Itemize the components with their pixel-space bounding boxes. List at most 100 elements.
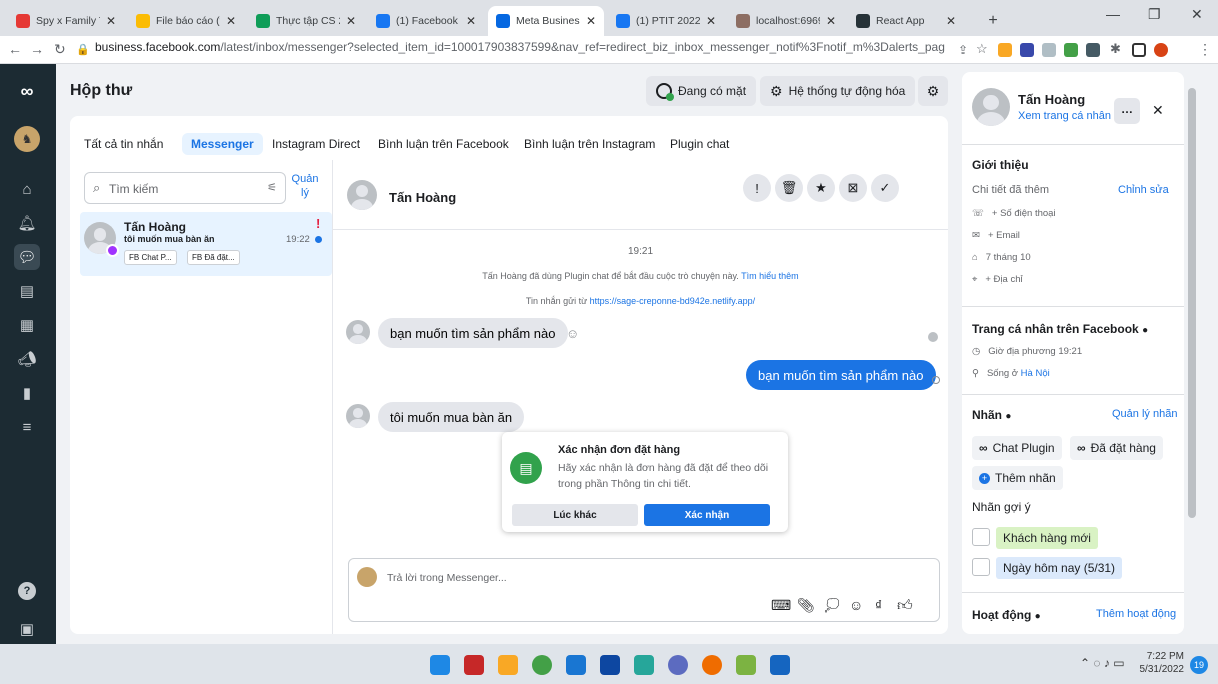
inbox-tab[interactable]: Messenger bbox=[182, 133, 263, 155]
filter-icon[interactable]: ⚟ bbox=[267, 181, 277, 194]
close-tab-icon[interactable]: ✕ bbox=[466, 14, 476, 28]
manage-labels-link[interactable]: Quản lý nhãn bbox=[1112, 408, 1177, 420]
confirm-order-button[interactable]: Xác nhận bbox=[644, 504, 770, 526]
close-tab-icon[interactable]: ✕ bbox=[586, 14, 596, 28]
inbox-tab[interactable]: Plugin chat bbox=[664, 133, 735, 155]
vscode-icon[interactable] bbox=[566, 655, 586, 675]
reply-composer[interactable]: Trả lời trong Messenger... ⌨ 📎︎ 💭︎ ☺ ₫ 👍… bbox=[348, 558, 940, 622]
browser-menu-icon[interactable]: ⋮ bbox=[1198, 41, 1212, 58]
close-tab-icon[interactable]: ✕ bbox=[946, 14, 956, 28]
learn-more-link[interactable]: Tìm hiểu thêm bbox=[741, 271, 799, 281]
panel-scrollbar[interactable] bbox=[1186, 72, 1198, 634]
extension-icon[interactable] bbox=[1064, 43, 1078, 57]
browser-tab[interactable]: Spy x Family Tập✕ bbox=[8, 6, 124, 36]
app-icon[interactable] bbox=[736, 655, 756, 675]
close-tab-icon[interactable]: ✕ bbox=[706, 14, 716, 28]
manage-link[interactable]: Quản lý bbox=[290, 172, 320, 200]
file-explorer-icon[interactable] bbox=[498, 655, 518, 675]
inbox-tab[interactable]: Tất cả tin nhắn bbox=[78, 133, 169, 155]
extensions-puzzle-icon[interactable]: ✱ bbox=[1110, 41, 1121, 57]
saved-reply-icon[interactable]: ⌨ bbox=[771, 597, 791, 614]
browser-tab[interactable]: (1) PTIT 2022 Thư✕ bbox=[608, 6, 724, 36]
new-tab-button[interactable]: + bbox=[982, 6, 1004, 36]
chat-contact-name[interactable]: Tấn Hoàng bbox=[389, 190, 456, 205]
bookmark-star-icon[interactable]: ☆ bbox=[976, 41, 988, 57]
inbox-tab[interactable]: Instagram Direct bbox=[266, 133, 366, 155]
inbox-tab[interactable]: Bình luận trên Facebook bbox=[372, 133, 515, 155]
postman-icon[interactable] bbox=[702, 655, 722, 675]
conversation-list-item[interactable]: Tấn Hoàng tôi muốn mua bàn ăn ! 19:22 FB… bbox=[80, 212, 332, 276]
tray-icons[interactable]: ⌃ ◌ ♪ ▭ bbox=[1080, 656, 1125, 670]
close-window-icon[interactable]: ✕ bbox=[1191, 6, 1203, 23]
view-profile-link[interactable]: Xem trang cá nhân bbox=[1018, 110, 1111, 122]
share-icon[interactable]: ⇪ bbox=[958, 43, 968, 57]
browser-tab[interactable]: Meta Business Su✕ bbox=[488, 6, 604, 36]
back-icon[interactable]: ← bbox=[8, 41, 22, 57]
sent-url-link[interactable]: https://sage-creponne-bd942e.netlify.app… bbox=[590, 296, 755, 306]
all-tools-menu-icon[interactable]: ≡ bbox=[14, 414, 40, 440]
more-options-icon[interactable]: … bbox=[1114, 98, 1140, 124]
posts-icon[interactable]: ▤ bbox=[14, 278, 40, 304]
status-button[interactable]: Đang có mặt bbox=[646, 76, 757, 106]
browser-tab[interactable]: localhost:6969/e✕ bbox=[728, 6, 844, 36]
star-icon[interactable]: ★ bbox=[807, 174, 835, 202]
settings-gear-icon[interactable]: ⚙ bbox=[918, 76, 948, 106]
extension-icon[interactable] bbox=[1042, 43, 1056, 57]
inbox-tab[interactable]: Bình luận trên Instagram bbox=[518, 133, 661, 155]
notification-badge[interactable]: 19 bbox=[1190, 656, 1208, 674]
address-row[interactable]: ⌖ + Địa chỉ bbox=[972, 274, 1023, 285]
meta-logo-icon[interactable]: ∞ bbox=[14, 78, 40, 104]
home-icon[interactable]: ⌂ bbox=[14, 176, 40, 202]
add-label-button[interactable]: + Thêm nhãn bbox=[972, 466, 1063, 490]
close-tab-icon[interactable]: ✕ bbox=[826, 14, 836, 28]
email-row[interactable]: ✉ + Email bbox=[972, 230, 1020, 241]
faq-icon[interactable]: 💭︎ bbox=[823, 597, 841, 614]
close-tab-icon[interactable]: ✕ bbox=[106, 14, 116, 28]
browser-tab[interactable]: React App ✕ bbox=[848, 6, 964, 36]
lives-in-link[interactable]: Hà Nội bbox=[1021, 368, 1050, 379]
feedback-icon[interactable]: ▣ bbox=[14, 616, 40, 642]
notifications-icon[interactable]: 🔔︎ bbox=[14, 210, 40, 236]
inbox-icon[interactable]: 💬︎ bbox=[14, 244, 40, 270]
suggested-label-checkbox[interactable] bbox=[972, 558, 990, 576]
insights-icon[interactable]: ▮ bbox=[14, 380, 40, 406]
browser-tab[interactable]: Thực tập CS 2022✕ bbox=[248, 6, 364, 36]
react-emoji-icon[interactable]: ☺ bbox=[566, 326, 579, 341]
chrome-icon[interactable] bbox=[532, 655, 552, 675]
archive-icon[interactable]: ⊠ bbox=[839, 174, 867, 202]
close-tab-icon[interactable]: ✕ bbox=[346, 14, 356, 28]
forward-icon[interactable]: → bbox=[30, 41, 44, 57]
close-tab-icon[interactable]: ✕ bbox=[226, 14, 236, 28]
reload-icon[interactable]: ↻ bbox=[54, 41, 66, 58]
discord-icon[interactable] bbox=[668, 655, 688, 675]
search-input[interactable]: ⌕ Tìm kiếm ⚟ bbox=[84, 172, 286, 204]
page-avatar-icon[interactable]: ♞ bbox=[14, 126, 40, 152]
like-thumb-icon[interactable]: 👍︎ bbox=[897, 597, 913, 615]
suggested-label-checkbox[interactable] bbox=[972, 528, 990, 546]
mark-done-icon[interactable]: ✓ bbox=[871, 174, 899, 202]
phone-row[interactable]: ☏ + Số điện thoại bbox=[972, 208, 1056, 219]
profile-avatar-icon[interactable] bbox=[1154, 43, 1168, 57]
add-activity-link[interactable]: Thêm hoạt động bbox=[1096, 608, 1176, 620]
app-icon[interactable] bbox=[464, 655, 484, 675]
minimize-icon[interactable]: — bbox=[1106, 6, 1120, 22]
browser-tab[interactable]: File báo cáo (tên✕ bbox=[128, 6, 244, 36]
url-field[interactable]: business.facebook.com/latest/inbox/messe… bbox=[95, 40, 945, 60]
later-button[interactable]: Lúc khác bbox=[512, 504, 638, 526]
word-icon[interactable] bbox=[770, 655, 790, 675]
close-icon[interactable]: ✕ bbox=[1152, 102, 1164, 119]
help-icon[interactable]: ? bbox=[18, 582, 36, 600]
spam-icon[interactable]: ! bbox=[743, 174, 771, 202]
emoji-icon[interactable]: ☺ bbox=[849, 597, 863, 613]
automation-button[interactable]: ⚙︎ Hệ thống tự động hóa bbox=[760, 76, 916, 106]
payment-icon[interactable]: ₫ bbox=[875, 597, 882, 613]
photoshop-icon[interactable] bbox=[600, 655, 620, 675]
ads-megaphone-icon[interactable]: 📣︎ bbox=[14, 346, 40, 372]
edit-link[interactable]: Chỉnh sửa bbox=[1118, 184, 1169, 196]
label-chip[interactable]: ∞ Chat Plugin bbox=[972, 436, 1062, 460]
maximize-icon[interactable]: ❐ bbox=[1148, 6, 1161, 23]
label-chip[interactable]: ∞ Đã đặt hàng bbox=[1070, 436, 1163, 460]
extension-icon[interactable] bbox=[1020, 43, 1034, 57]
side-panel-icon[interactable] bbox=[1132, 43, 1146, 57]
trash-icon[interactable]: 🗑︎ bbox=[775, 174, 803, 202]
